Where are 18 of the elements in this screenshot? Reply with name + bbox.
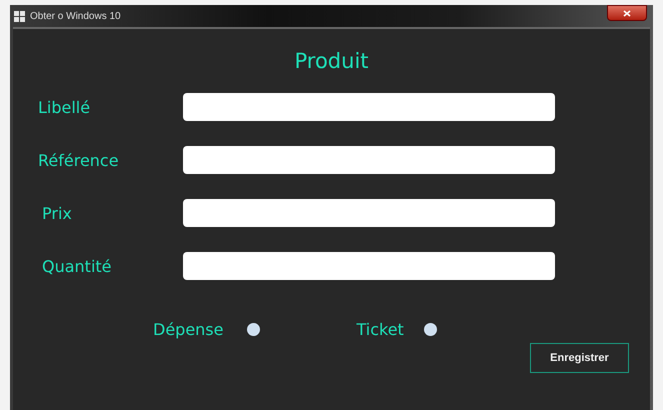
input-field[interactable]	[183, 199, 555, 227]
close-icon	[623, 10, 631, 16]
windows-logo-icon	[14, 10, 25, 22]
radio-button[interactable]	[247, 323, 260, 336]
input-field[interactable]	[183, 252, 555, 280]
save-button[interactable]: Enregistrer	[530, 343, 629, 373]
input-field[interactable]	[183, 93, 555, 121]
field-label: Prix	[41, 204, 73, 222]
field-label: Libellé	[37, 98, 92, 116]
window-title: Obter o Windows 10	[30, 10, 121, 22]
form-title: Produit	[293, 48, 370, 75]
input-field[interactable]	[183, 146, 555, 174]
field-label: Quantité	[41, 256, 113, 276]
option-label: Ticket	[356, 320, 404, 339]
option-label: Dépense	[153, 320, 224, 339]
radio-button[interactable]	[424, 323, 437, 336]
field-label: Référence	[37, 150, 120, 170]
close-button[interactable]	[607, 5, 647, 21]
